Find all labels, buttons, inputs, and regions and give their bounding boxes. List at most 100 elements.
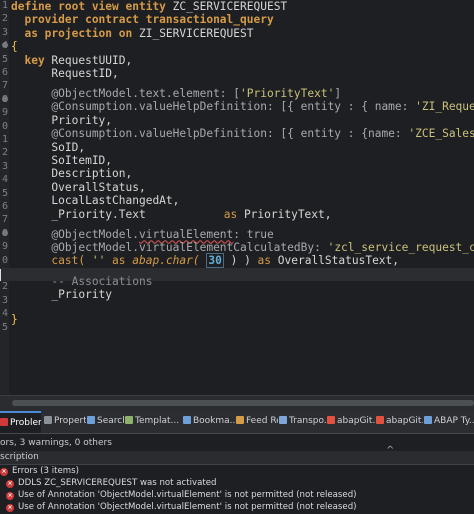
line-number: 2 <box>1 281 8 293</box>
line-number: 2 <box>1 13 8 25</box>
code-line-1: define root view entity ZC_SERVICEREQUES… <box>11 0 287 13</box>
code-line-13: SoItemID, <box>11 154 112 167</box>
keyword: define root view entity <box>11 0 166 13</box>
field: Priority, <box>11 113 113 127</box>
punctuation: ) ) <box>223 254 251 268</box>
line-number: 9 <box>1 241 8 253</box>
gutter-row: 7 <box>0 79 9 92</box>
view-tab-label: Search <box>97 416 124 426</box>
view-tab-templates[interactable]: Templat... <box>125 411 182 432</box>
code-line-6: RequestID, <box>11 67 119 80</box>
gutter-row: 3 <box>0 160 9 173</box>
feed-reader-icon <box>236 416 244 424</box>
gutter-row: 9 <box>0 240 9 253</box>
function-name: abap.char( <box>125 254 200 268</box>
number-literal: 30 <box>206 253 224 269</box>
code-line-17: _Priority.Text as PriorityText, <box>11 207 331 221</box>
code-line-15: OverallStatus, <box>11 181 145 194</box>
text-cursor <box>0 268 1 281</box>
line-number: 4 <box>1 174 8 186</box>
annotation-error-marker: virtualElement <box>138 227 234 241</box>
problems-icon <box>0 418 8 426</box>
editor-horizontal-scrollbar[interactable] <box>0 395 474 411</box>
gutter-row: 6 <box>0 200 9 213</box>
view-tab-properties[interactable]: Properti... <box>44 411 86 432</box>
keyword: as <box>105 254 126 268</box>
line-number: 0 <box>1 120 8 132</box>
view-tab-label: Feed Re... <box>246 416 278 426</box>
code-line-8: @ObjectModel.text.element: ['PriorityTex… <box>11 87 341 100</box>
description-column-header[interactable]: scription ^ <box>0 445 474 465</box>
field: RequestID, <box>11 67 119 80</box>
view-tab-label: Properti... <box>54 416 86 426</box>
view-tab-problems[interactable]: Problems <box>0 411 41 433</box>
annotation: @Consumption.valueHelpDefinition: [{ ent… <box>11 100 416 114</box>
comment: -- Associations <box>11 274 153 288</box>
gutter-row: 8 <box>0 93 9 106</box>
string-literal: 'zcl_service_request_cds' <box>327 241 474 254</box>
abapgit-icon <box>327 416 335 424</box>
field: Description, <box>11 167 133 181</box>
gutter-row: 7 <box>0 213 9 226</box>
sort-chevron-icon[interactable]: ^ <box>386 445 394 456</box>
view-tab-label: abapGit... <box>337 416 375 426</box>
line-number: 5 <box>1 187 8 199</box>
search-icon <box>87 416 95 424</box>
code-line-10: Priority, <box>11 114 112 127</box>
view-tab-feed-reader[interactable]: Feed Re... <box>236 411 278 432</box>
view-tab-label: abapGit... <box>386 416 423 426</box>
view-tab-transport[interactable]: Transpo... <box>279 411 326 432</box>
code-line-23: -- Associations <box>11 275 152 288</box>
code-line-24: _Priority <box>11 288 112 301</box>
column-header-label: scription <box>0 452 39 462</box>
code-line-3: as projection on ZI_SERVICEREQUEST <box>11 27 253 40</box>
problem-item[interactable]: × Use of Annotation 'ObjectModel.virtualE… <box>6 489 357 501</box>
code-line-9: @Consumption.valueHelpDefinition: [{ ent… <box>11 100 474 113</box>
gutter-row: 4 <box>0 307 9 320</box>
gutter-row: 1 <box>0 0 9 12</box>
gutter-row: 2 <box>0 12 9 25</box>
gutter-row: 0 <box>0 254 9 267</box>
errors-group-row[interactable]: × Errors (3 items) <box>0 465 79 477</box>
view-tab-search[interactable]: Search <box>87 411 124 432</box>
field: _Priority.Text <box>11 207 146 221</box>
gutter-row: 1 <box>0 133 9 146</box>
problem-item[interactable]: × DDLS ZC_SERVICEREQUEST was not activate… <box>6 477 216 489</box>
view-tab-abapgit[interactable]: abapGit... <box>327 411 375 432</box>
view-tab-bookmarks[interactable]: Bookma... <box>183 411 235 432</box>
gutter-row: 9 <box>0 106 9 119</box>
line-number: 3 <box>1 160 8 172</box>
line-number: 8 <box>1 93 8 105</box>
view-tab-abapgit[interactable]: abapGit... <box>376 411 423 432</box>
entity-name: ZC_SERVICEREQUEST <box>165 0 288 13</box>
field: _Priority <box>11 288 113 301</box>
view-tab-abap-type[interactable]: ABAP Ty... <box>424 411 474 432</box>
brace: } <box>11 313 18 327</box>
field: SoID, <box>11 140 86 154</box>
problem-item[interactable]: × Use of Annotation 'ObjectModel.virtualE… <box>6 501 357 513</box>
scrollbar-thumb[interactable] <box>12 400 474 406</box>
gutter-row: 3 <box>0 26 9 39</box>
problems-summary: ors, 3 warnings, 0 others <box>0 438 112 448</box>
keyword: provider contract transactional_query <box>11 13 274 27</box>
bookmarks-icon <box>183 416 191 424</box>
keyword: as <box>250 254 272 268</box>
line-number: 3 <box>1 294 8 306</box>
field: LocalLastChangedAt, <box>11 194 180 208</box>
view-tab-label: Problems <box>10 418 41 428</box>
keyword: as <box>223 207 238 221</box>
view-tab-label: Transpo... <box>289 416 326 426</box>
error-icon: × <box>6 504 14 512</box>
gutter-row: 4 <box>0 173 9 186</box>
brace: { <box>11 40 18 54</box>
line-number: 2 <box>1 147 8 159</box>
string-literal: 'PriorityText' <box>240 87 335 100</box>
problem-item-text: DDLS ZC_SERVICEREQUEST was not activated <box>18 478 217 488</box>
code-line-5: key RequestUUID, <box>11 54 132 67</box>
line-number-gutter: 1234567890123456789012345 <box>0 0 9 395</box>
gutter-row: 8 <box>0 227 9 240</box>
line-number: 9 <box>1 107 8 119</box>
code-editor[interactable]: 1234567890123456789012345 define root vi… <box>0 0 474 395</box>
field: RequestUUID, <box>44 53 133 67</box>
gutter-row: 5 <box>0 187 9 200</box>
